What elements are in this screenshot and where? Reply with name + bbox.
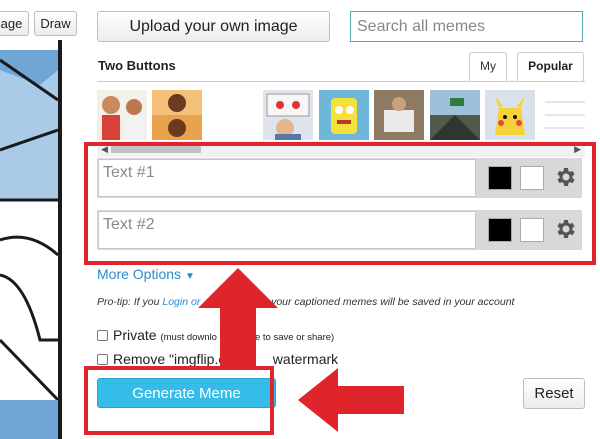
left-arrow-annotation — [298, 368, 404, 432]
template-thumbnail[interactable] — [207, 90, 258, 140]
image-button[interactable]: age — [0, 11, 29, 36]
login-link[interactable]: Login or — [162, 296, 200, 308]
protip-suffix: , your captioned memes will be saved in … — [265, 296, 515, 308]
private-label: Private — [113, 327, 157, 343]
template-thumbnail[interactable] — [540, 90, 585, 140]
more-options-label: More Options — [97, 266, 182, 282]
search-input[interactable] — [350, 11, 583, 42]
tab-my[interactable]: My — [469, 52, 507, 81]
template-thumbnail[interactable] — [485, 90, 536, 140]
meme-template-title: Two Buttons — [98, 58, 176, 73]
watermark-label-tail: watermark — [272, 351, 339, 367]
draw-button[interactable]: Draw — [34, 11, 77, 36]
template-thumbnail-strip — [97, 90, 585, 140]
template-thumbnail[interactable] — [374, 90, 425, 140]
upload-image-button[interactable]: Upload your own image — [97, 11, 330, 42]
template-thumbnail[interactable] — [429, 90, 480, 140]
generate-button-highlight — [84, 366, 274, 435]
template-thumbnail[interactable] — [318, 90, 369, 140]
up-arrow-annotation — [198, 268, 278, 368]
template-thumbnail[interactable] — [97, 90, 147, 140]
protip-text: Pro-tip: If you Login or , your captione… — [97, 296, 514, 308]
template-thumbnail[interactable] — [152, 90, 203, 140]
tabs-divider — [97, 81, 585, 82]
template-thumbnail[interactable] — [263, 90, 314, 140]
tab-popular[interactable]: Popular — [517, 52, 584, 82]
private-checkbox[interactable] — [97, 330, 108, 341]
protip-prefix: Pro-tip: If you — [97, 296, 160, 308]
reset-button[interactable]: Reset — [523, 378, 585, 409]
text-boxes-highlight — [84, 142, 596, 265]
more-options-toggle[interactable]: More Options ▼ — [97, 266, 195, 282]
remove-watermark-checkbox[interactable] — [97, 354, 108, 365]
meme-preview — [0, 40, 62, 439]
chevron-down-icon: ▼ — [184, 271, 195, 282]
